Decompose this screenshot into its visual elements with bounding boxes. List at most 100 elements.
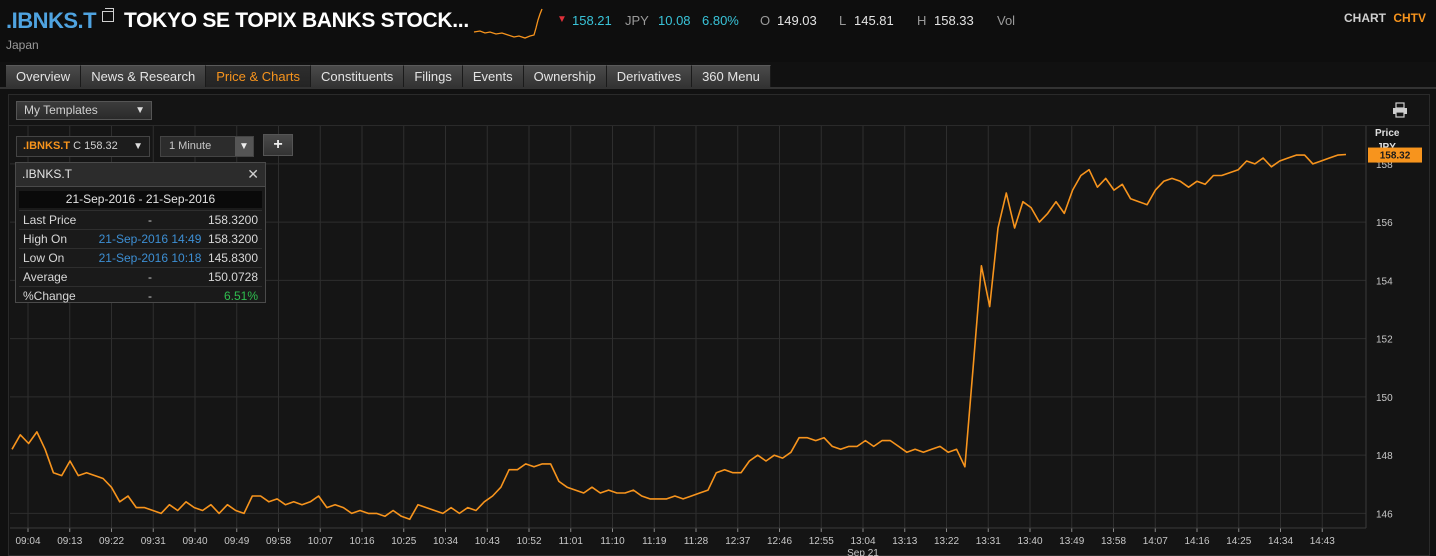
x-tick-label: 12:46 — [767, 536, 792, 547]
tab-constituents[interactable]: Constituents — [311, 65, 405, 87]
y-tick-label: 150 — [1376, 393, 1393, 404]
tab-underline — [0, 87, 1436, 89]
row-value: 158.3200 — [207, 213, 258, 227]
add-series-button[interactable]: + — [263, 134, 293, 156]
open-label: O — [760, 13, 771, 28]
tab-bar: Overview News & Research Price & Charts … — [6, 65, 771, 87]
row-value: 158.3200 — [207, 232, 258, 246]
x-tick-label: 09:40 — [182, 536, 207, 547]
instrument-name: TOKYO SE TOPIX BANKS STOCK... — [124, 9, 469, 32]
tab-derivatives[interactable]: Derivatives — [606, 65, 693, 87]
x-tick-label: 09:22 — [99, 536, 124, 547]
x-tick-label: 10:52 — [516, 536, 541, 547]
x-tick-label: 10:16 — [349, 536, 374, 547]
row-label: Low On — [23, 251, 65, 265]
y-tick-label: 154 — [1376, 276, 1393, 287]
row-when-link[interactable]: 21-Sep-2016 14:49 — [95, 230, 205, 248]
row-when: - — [148, 270, 152, 284]
x-tick-label: 10:34 — [433, 536, 458, 547]
row-value: 6.51% — [223, 289, 258, 303]
x-tick-label: 13:04 — [850, 536, 875, 547]
tab-360-menu[interactable]: 360 Menu — [692, 65, 771, 87]
low-value: 145.81 — [854, 13, 894, 28]
x-tick-label: 14:07 — [1143, 536, 1168, 547]
tab-filings[interactable]: Filings — [404, 65, 463, 87]
row-label: High On — [23, 232, 68, 246]
tooltip-date-range: 21-Sep-2016 - 21-Sep-2016 — [19, 191, 262, 208]
printer-icon[interactable] — [1392, 102, 1408, 118]
tooltip-header: .IBNKS.T ✕ — [16, 163, 265, 187]
ric-selector[interactable]: .IBNKS.T C 158.32 ▼ — [16, 136, 150, 157]
open-value: 149.03 — [777, 13, 817, 28]
tab-price-charts[interactable]: Price & Charts — [206, 65, 312, 87]
high-value: 158.33 — [934, 13, 974, 28]
row-value: 150.0728 — [207, 270, 258, 284]
x-tick-label: 12:55 — [809, 536, 834, 547]
table-row: %Change - 6.51% — [19, 286, 262, 305]
x-tick-label: 10:25 — [391, 536, 416, 547]
last-price: 158.21 — [572, 13, 612, 28]
ric-selector-code: .IBNKS.T — [23, 140, 71, 152]
tab-news-research[interactable]: News & Research — [81, 65, 207, 87]
tab-ownership[interactable]: Ownership — [523, 65, 607, 87]
templates-dropdown[interactable]: My Templates ▼ — [16, 101, 152, 120]
interval-label: 1 Minute — [169, 140, 212, 152]
currency: JPY — [625, 13, 649, 28]
row-when: - — [148, 289, 152, 303]
row-when-link[interactable]: 21-Sep-2016 10:18 — [95, 249, 205, 267]
down-arrow-icon: ▼ — [557, 14, 567, 25]
x-tick-label: 09:58 — [266, 536, 291, 547]
chart-app-label: CHART — [1344, 11, 1386, 25]
x-tick-label: 13:49 — [1059, 536, 1084, 547]
x-tick-label: 13:58 — [1101, 536, 1126, 547]
y-tick-label: 146 — [1376, 509, 1393, 520]
sparkline — [473, 8, 543, 39]
x-tick-label: 11:01 — [559, 536, 584, 547]
interval-dropdown[interactable]: 1 Minute ▼ — [160, 136, 254, 157]
table-row: Low On 21-Sep-2016 10:18 145.8300 — [19, 248, 262, 267]
table-row: Average - 150.0728 — [19, 267, 262, 286]
high-label: H — [917, 13, 927, 28]
y-tick-label: 152 — [1376, 335, 1393, 346]
pct-change: 6.80% — [702, 13, 739, 28]
chevron-down-icon: ▼ — [133, 141, 143, 152]
x-tick-label: 09:04 — [15, 536, 40, 547]
row-value: 145.8300 — [207, 251, 258, 265]
x-tick-label: 11:10 — [600, 536, 625, 547]
popout-icon[interactable] — [102, 8, 114, 22]
tab-events[interactable]: Events — [462, 65, 524, 87]
x-tick-label: 13:13 — [892, 536, 917, 547]
x-tick-label: 13:31 — [976, 536, 1001, 547]
last-value-label: 158.32 — [1380, 151, 1411, 162]
ric-selector-close: C 158.32 — [73, 140, 118, 152]
chevron-down-icon: ▼ — [135, 105, 145, 116]
table-row: Last Price - 158.3200 — [19, 210, 262, 229]
app-code[interactable]: CHTV — [1393, 11, 1426, 25]
x-tick-label: 09:13 — [57, 536, 82, 547]
y-tick-label: 148 — [1376, 451, 1393, 462]
tab-overview[interactable]: Overview — [6, 65, 82, 87]
templates-label: My Templates — [24, 103, 98, 117]
x-tick-label: 09:49 — [224, 536, 249, 547]
row-label: %Change — [23, 289, 76, 303]
row-label: Average — [23, 270, 68, 284]
y-axis-label: Price — [1375, 128, 1400, 139]
ric-code[interactable]: .IBNKS.T — [6, 8, 97, 34]
chevron-down-icon: ▼ — [235, 137, 253, 156]
country-label: Japan — [6, 38, 39, 52]
x-tick-label: 11:28 — [684, 536, 709, 547]
tooltip-title: .IBNKS.T — [22, 167, 73, 181]
low-label: L — [839, 13, 847, 28]
volume-label: Vol — [997, 13, 1016, 28]
table-row: High On 21-Sep-2016 14:49 158.3200 — [19, 229, 262, 248]
row-label: Last Price — [23, 213, 77, 227]
row-when: - — [148, 213, 152, 227]
x-tick-label: 10:07 — [308, 536, 333, 547]
x-tick-label: 14:16 — [1184, 536, 1209, 547]
close-icon[interactable]: ✕ — [247, 163, 259, 186]
x-tick-label: 10:43 — [475, 536, 500, 547]
y-tick-label: 156 — [1376, 218, 1393, 229]
x-tick-label: 14:43 — [1310, 536, 1335, 547]
x-tick-label: 09:31 — [141, 536, 166, 547]
x-tick-label: 13:40 — [1017, 536, 1042, 547]
